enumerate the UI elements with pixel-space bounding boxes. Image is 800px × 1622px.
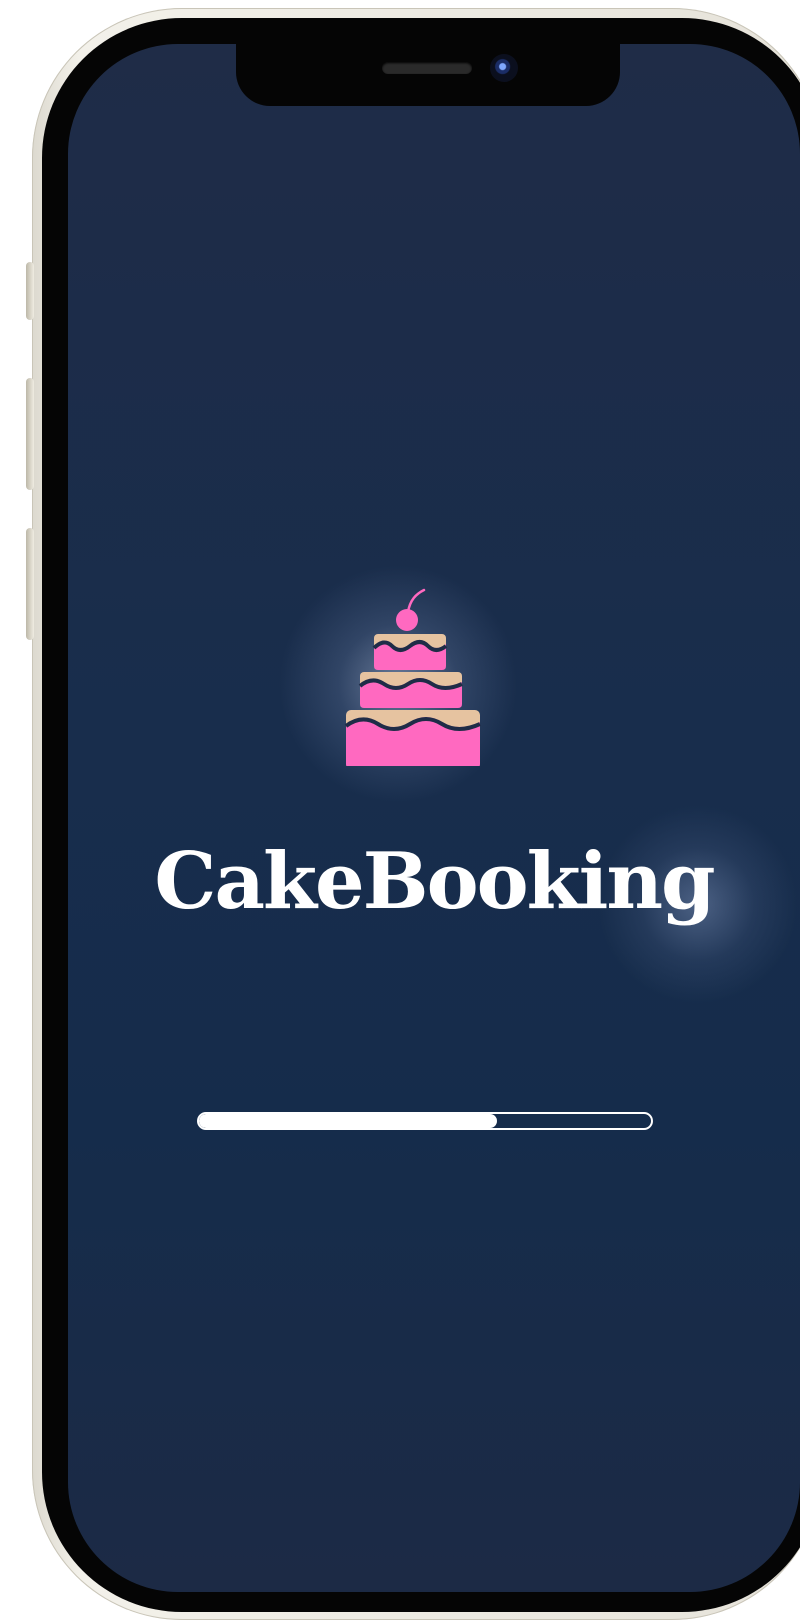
front-camera-icon — [490, 54, 518, 82]
silent-switch — [26, 262, 34, 320]
speaker-grille — [382, 62, 472, 74]
phone-notch — [236, 44, 620, 106]
loading-progress-fill — [199, 1114, 498, 1128]
volume-up-button — [26, 378, 34, 490]
splash-screen: CakeBooking — [68, 44, 800, 1592]
cake-icon — [344, 588, 481, 766]
device-mockup: CakeBooking — [0, 0, 800, 1622]
app-title: CakeBooking — [154, 836, 715, 927]
volume-down-button — [26, 528, 34, 640]
loading-progress-bar — [197, 1112, 653, 1130]
